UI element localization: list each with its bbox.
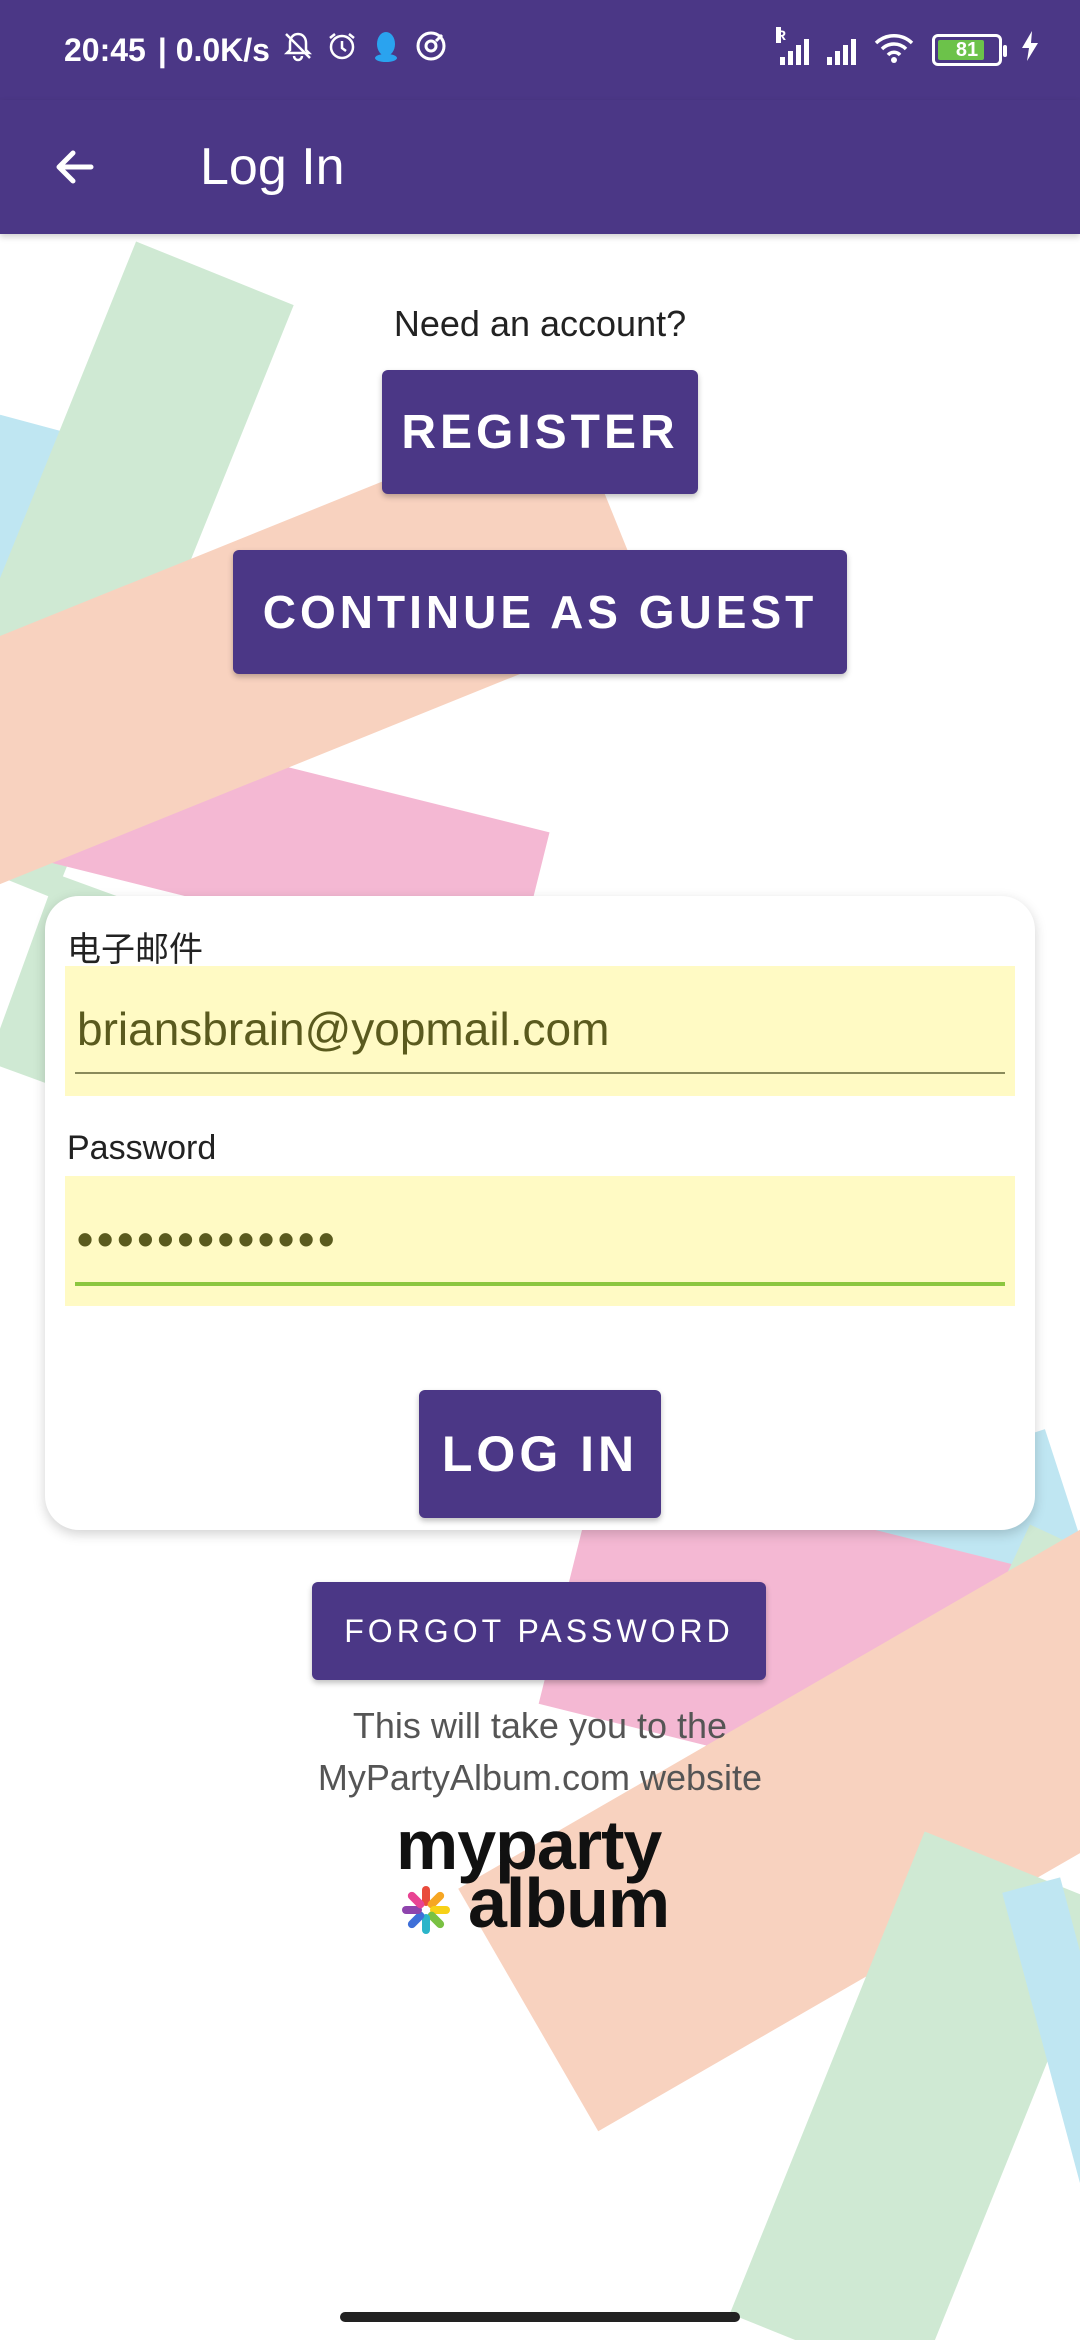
login-button[interactable]: LOG IN (419, 1390, 661, 1518)
email-underline (75, 1072, 1005, 1074)
signal-icon: R (776, 27, 809, 65)
alarm-icon (326, 30, 358, 70)
login-screen: 20:45 | 0.0K/s R 81 Log In Need an accou… (0, 0, 1080, 2340)
email-field[interactable] (65, 966, 1015, 1096)
need-account-prompt: Need an account? (393, 303, 687, 344)
password-label: Password (67, 1129, 217, 1167)
forgot-note-line1: This will take you to the (352, 1705, 728, 1746)
app-bar: Log In (0, 100, 1080, 234)
mute-bell-icon (282, 30, 314, 70)
status-bar: 20:45 | 0.0K/s R 81 (0, 0, 1080, 100)
status-net-speed: | 0.0K/s (157, 31, 270, 68)
password-input[interactable] (75, 1194, 1005, 1284)
arrow-back-icon[interactable] (30, 122, 120, 212)
forgot-password-button[interactable]: FORGOT PASSWORD (312, 1582, 766, 1680)
status-time: 20:45 (64, 31, 146, 68)
email-input[interactable] (75, 984, 1005, 1074)
myparty-album-logo: myparty album (390, 1810, 700, 1940)
wifi-icon (874, 32, 914, 69)
status-right: R 81 (776, 27, 1040, 70)
status-left: 20:45 | 0.0K/s (64, 29, 448, 71)
charging-icon (1020, 30, 1040, 70)
login-card: 电子邮件 Password LOG IN (45, 896, 1035, 1530)
battery-level: 81 (955, 38, 979, 61)
logo-text-line2: album (468, 1864, 670, 1942)
logo-flower-icon (402, 1886, 450, 1934)
continue-as-guest-button[interactable]: CONTINUE AS GUEST (233, 550, 847, 674)
qq-icon (370, 29, 402, 71)
password-field[interactable] (65, 1176, 1015, 1306)
forgot-note-line2: MyPartyAlbum.com website (317, 1757, 763, 1798)
home-indicator[interactable] (340, 2312, 740, 2322)
register-button[interactable]: REGISTER (382, 370, 698, 494)
page-title: Log In (200, 138, 345, 196)
vpn-icon (414, 29, 448, 71)
signal-icon (827, 35, 856, 65)
roaming-label: R (776, 27, 787, 43)
battery-icon: 81 (932, 34, 1007, 66)
email-label: 电子邮件 (67, 931, 203, 969)
password-underline (75, 1282, 1005, 1286)
